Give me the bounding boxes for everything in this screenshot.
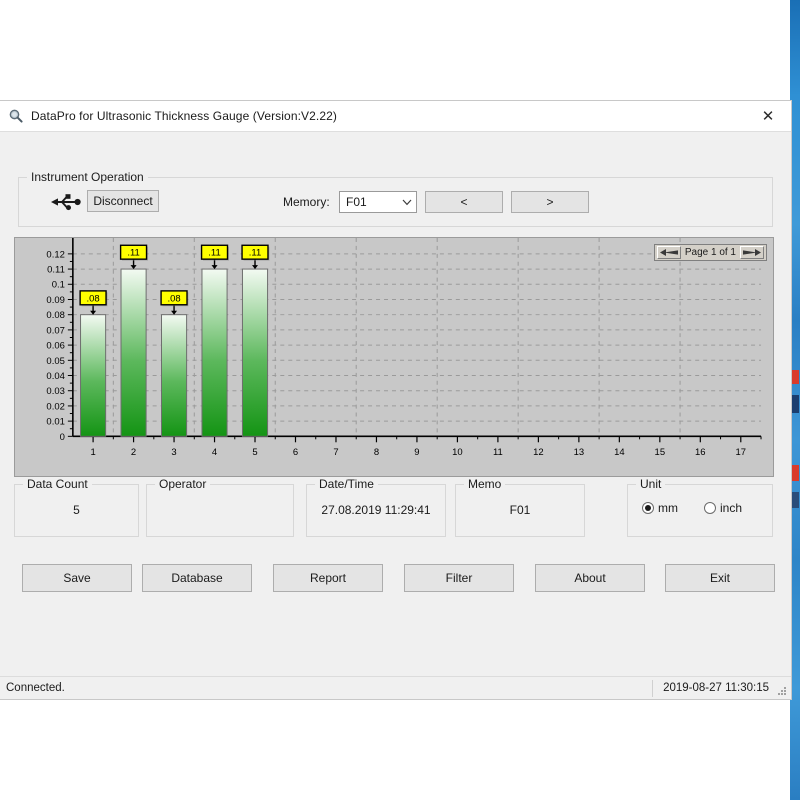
unit-radio-row: mm inch <box>642 501 742 515</box>
database-button[interactable]: Database <box>142 564 252 592</box>
chevron-down-icon <box>398 192 416 212</box>
desktop-fleck <box>791 395 799 413</box>
svg-text:9: 9 <box>414 447 419 458</box>
datetime-group: Date/Time 27.08.2019 11:29:41 <box>306 484 446 537</box>
operator-group: Operator <box>146 484 294 537</box>
window-title: DataPro for Ultrasonic Thickness Gauge (… <box>31 109 337 123</box>
title-bar[interactable]: DataPro for Ultrasonic Thickness Gauge (… <box>0 101 791 131</box>
svg-text:12: 12 <box>533 447 544 458</box>
previous-memory-button[interactable]: < <box>425 191 503 213</box>
svg-text:0.01: 0.01 <box>46 417 64 428</box>
page-indicator[interactable]: Page 1 of 1 <box>654 244 767 261</box>
svg-text:17: 17 <box>736 447 747 458</box>
instrument-operation-label: Instrument Operation <box>27 170 148 184</box>
svg-text:2: 2 <box>131 447 136 458</box>
svg-text:0.08: 0.08 <box>46 310 64 321</box>
svg-text:0: 0 <box>60 432 65 443</box>
svg-text:0.07: 0.07 <box>46 325 64 336</box>
unit-label: Unit <box>636 477 665 491</box>
svg-text:4: 4 <box>212 447 217 458</box>
memo-value: F01 <box>456 503 584 517</box>
radio-unselected-icon <box>704 502 716 514</box>
svg-text:0.09: 0.09 <box>46 295 64 306</box>
svg-text:0.04: 0.04 <box>46 371 64 382</box>
filter-button[interactable]: Filter <box>404 564 514 592</box>
data-count-value: 5 <box>15 503 138 517</box>
status-bar: Connected. 2019-08-27 11:30:15 <box>0 676 791 699</box>
desktop-fleck <box>791 370 799 384</box>
close-icon[interactable]: ✕ <box>745 101 791 131</box>
svg-text:0.1: 0.1 <box>52 280 65 291</box>
unit-radio-inch[interactable]: inch <box>704 501 742 515</box>
memory-select-value: F01 <box>340 195 398 209</box>
svg-text:.08: .08 <box>87 293 100 304</box>
client-area: Instrument Operation Disconnect Memory: <box>0 131 791 699</box>
svg-text:0.11: 0.11 <box>47 265 65 276</box>
svg-text:0.12: 0.12 <box>46 249 64 260</box>
status-message: Connected. <box>6 682 65 694</box>
unit-radio-inch-label: inch <box>720 501 742 515</box>
memo-label: Memo <box>464 477 505 491</box>
arrow-left-icon[interactable] <box>657 246 681 259</box>
unit-radio-mm-label: mm <box>658 501 678 515</box>
svg-text:8: 8 <box>374 447 379 458</box>
save-button[interactable]: Save <box>22 564 132 592</box>
svg-text:.08: .08 <box>167 293 180 304</box>
application-window: DataPro for Ultrasonic Thickness Gauge (… <box>0 100 792 700</box>
memory-select[interactable]: F01 <box>339 191 417 213</box>
instrument-operation-group: Instrument Operation Disconnect Memory: <box>18 177 773 227</box>
svg-text:13: 13 <box>574 447 585 458</box>
svg-text:7: 7 <box>333 447 338 458</box>
svg-text:1: 1 <box>90 447 95 458</box>
svg-text:14: 14 <box>614 447 625 458</box>
data-count-label: Data Count <box>23 477 92 491</box>
next-memory-button[interactable]: > <box>511 191 589 213</box>
svg-text:.11: .11 <box>249 248 261 259</box>
magnifier-icon <box>8 108 24 124</box>
chart-panel: 0 0.01 0.02 0.03 0.04 0.05 0.06 0.07 0.08 0.09 0.1… <box>14 237 774 477</box>
svg-text:.11: .11 <box>208 248 220 259</box>
svg-text:0.05: 0.05 <box>46 356 64 367</box>
arrow-right-icon[interactable] <box>740 246 764 259</box>
desktop-fleck <box>791 492 799 508</box>
svg-text:0.06: 0.06 <box>46 341 64 352</box>
svg-text:.11: .11 <box>127 248 139 259</box>
memo-group: Memo F01 <box>455 484 585 537</box>
datetime-label: Date/Time <box>315 477 378 491</box>
svg-text:15: 15 <box>655 447 666 458</box>
status-timestamp: 2019-08-27 11:30:15 <box>652 680 769 697</box>
page-label: Page 1 of 1 <box>681 247 740 258</box>
svg-text:3: 3 <box>171 447 176 458</box>
radio-selected-icon <box>642 502 654 514</box>
datetime-value: 27.08.2019 11:29:41 <box>307 503 445 517</box>
about-button[interactable]: About <box>535 564 645 592</box>
svg-text:11: 11 <box>493 447 503 458</box>
svg-text:0.03: 0.03 <box>46 386 64 397</box>
usb-icon <box>49 190 85 214</box>
svg-text:10: 10 <box>452 447 463 458</box>
unit-radio-mm[interactable]: mm <box>642 501 678 515</box>
data-count-group: Data Count 5 <box>14 484 139 537</box>
report-button[interactable]: Report <box>273 564 383 592</box>
svg-text:5: 5 <box>252 447 257 458</box>
svg-text:0.02: 0.02 <box>46 401 64 412</box>
svg-text:6: 6 <box>293 447 298 458</box>
resize-grip-icon[interactable] <box>776 685 788 697</box>
thickness-bar-chart: 0 0.01 0.02 0.03 0.04 0.05 0.06 0.07 0.08 0.09 0.1… <box>15 238 773 476</box>
exit-button[interactable]: Exit <box>665 564 775 592</box>
desktop-fleck <box>791 465 799 481</box>
svg-text:16: 16 <box>695 447 706 458</box>
unit-group: Unit mm inch <box>627 484 773 537</box>
disconnect-button[interactable]: Disconnect <box>87 190 159 212</box>
memory-label: Memory: <box>283 195 330 209</box>
operator-label: Operator <box>155 477 210 491</box>
